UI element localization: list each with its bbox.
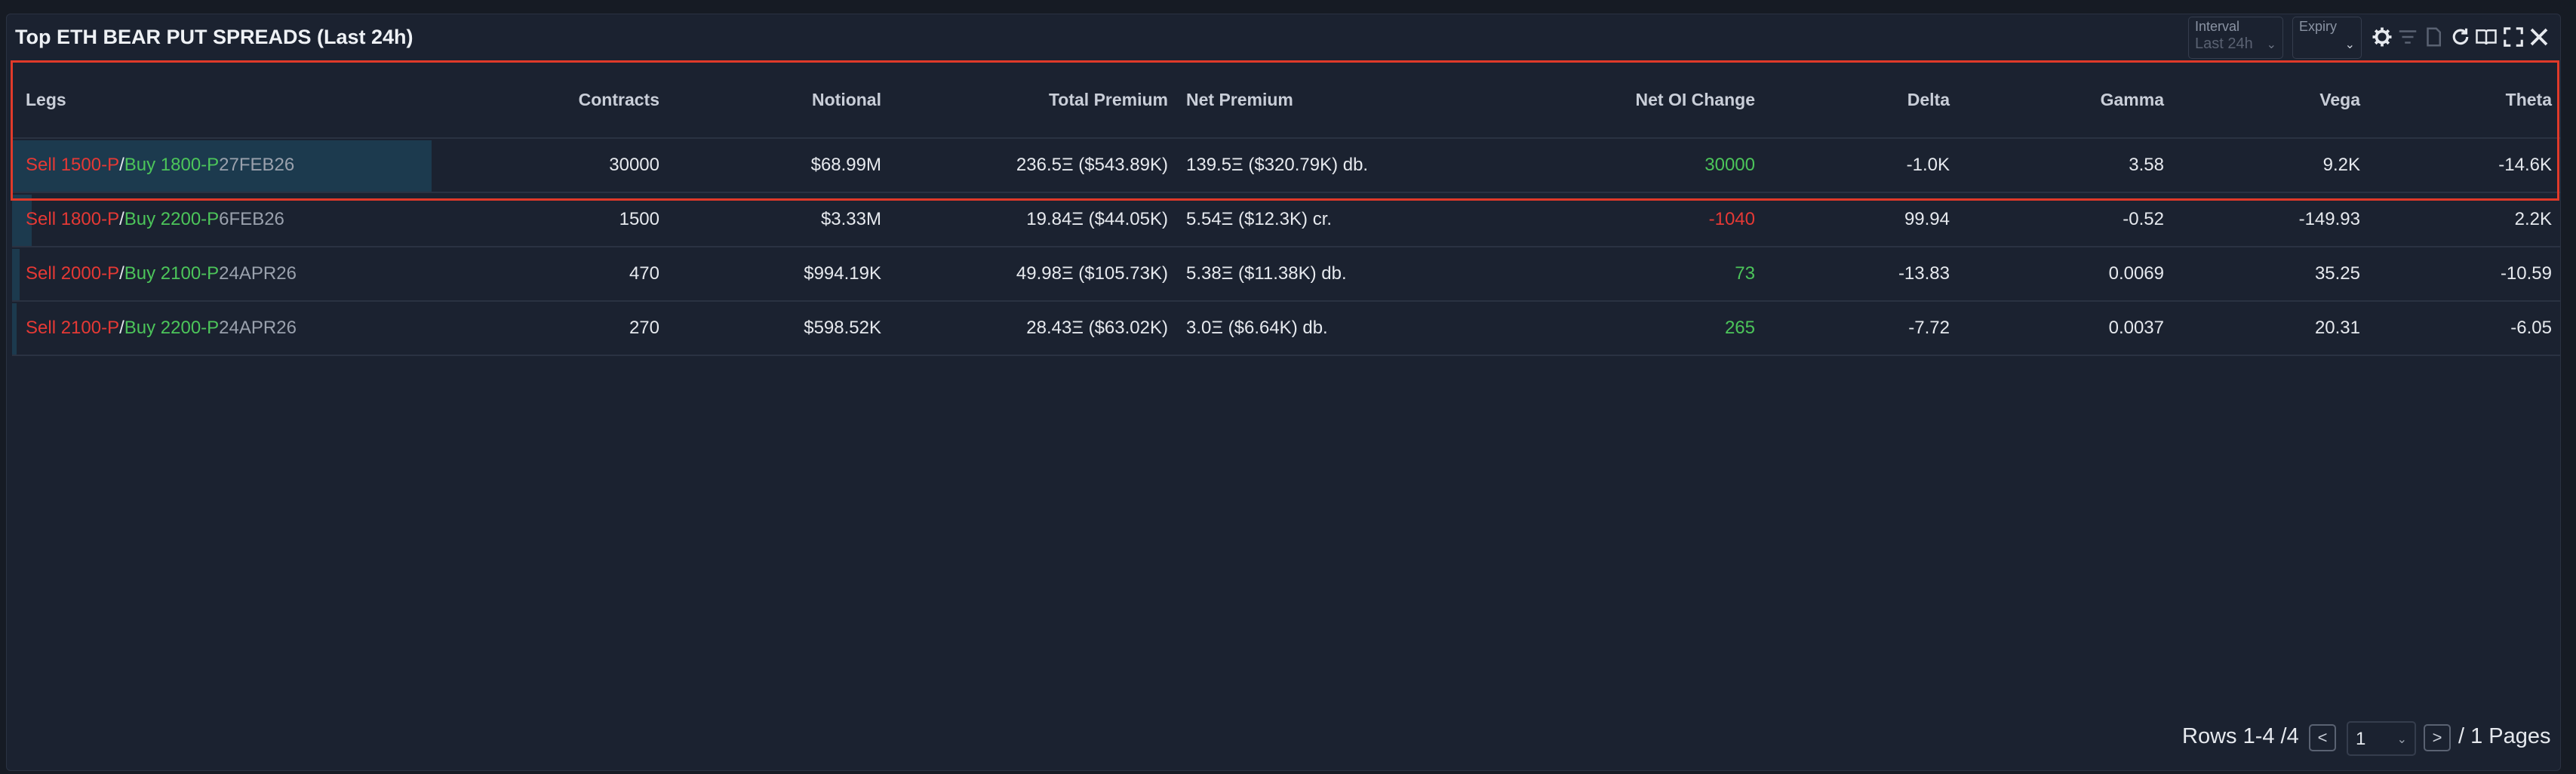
buy-leg: Buy 2200-P [124, 318, 220, 338]
contracts-cell: 270 [629, 318, 659, 338]
gamma-cell: 3.58 [2129, 155, 2164, 175]
interval-value: Last 24h [2195, 35, 2253, 52]
contracts-cell: 1500 [619, 209, 659, 229]
header-vega[interactable]: Vega [2167, 62, 2360, 137]
leg-separator: / [119, 155, 124, 175]
leg-separator: / [119, 318, 124, 338]
leg-separator: / [119, 263, 124, 284]
theta-cell: 2.2K [2514, 209, 2552, 229]
expiry-label: Expiry [2299, 19, 2338, 34]
theta-cell: -10.59 [2500, 263, 2552, 284]
gamma-cell: 0.0037 [2108, 318, 2164, 338]
header-net-premium[interactable]: Net Premium [1186, 62, 1488, 137]
pages-count: / 1 Pages [2458, 723, 2551, 748]
net-premium-cell: 5.38Ξ ($11.38K) db. [1186, 263, 1347, 284]
buy-leg: Buy 2100-P [124, 263, 220, 284]
table-row[interactable]: Sell 1800-P / Buy 2200-P 6FEB26 1500 $3.… [12, 193, 2561, 247]
next-page-button[interactable]: > [2424, 724, 2451, 751]
page-select[interactable]: 1 ⌄ [2347, 721, 2416, 756]
header-contracts[interactable]: Contracts [435, 62, 659, 137]
vega-cell: 35.25 [2314, 263, 2360, 284]
contracts-cell: 30000 [609, 155, 659, 175]
sell-leg: Sell 1800-P [26, 209, 120, 229]
total-premium-cell: 49.98Ξ ($105.73K) [1016, 263, 1168, 284]
notional-cell: $598.52K [804, 318, 881, 338]
buy-leg: Buy 1800-P [124, 155, 220, 175]
delta-cell: -13.83 [1898, 263, 1950, 284]
panel-title: Top ETH BEAR PUT SPREADS (Last 24h) [15, 26, 413, 48]
table-row[interactable]: Sell 1500-P / Buy 1800-P 27FEB26 30000 $… [12, 139, 2561, 193]
vega-cell: 9.2K [2322, 155, 2360, 175]
expand-icon[interactable] [2502, 26, 2525, 48]
gamma-cell: -0.52 [2123, 209, 2164, 229]
table-row[interactable]: Sell 2100-P / Buy 2200-P 24APR26 270 $59… [12, 302, 2561, 356]
expiry-date: 27FEB26 [219, 155, 295, 175]
header-notional[interactable]: Notional [661, 62, 881, 137]
header-delta[interactable]: Delta [1758, 62, 1950, 137]
delta-cell: -1.0K [1906, 155, 1950, 175]
expiry-date: 24APR26 [219, 318, 297, 338]
document-icon[interactable] [2422, 26, 2445, 48]
notional-cell: $68.99M [810, 155, 881, 175]
interval-select[interactable]: Interval Last 24h ⌄ [2188, 17, 2283, 59]
page-select-value: 1 [2356, 729, 2366, 749]
header-gamma[interactable]: Gamma [1953, 62, 2164, 137]
header-total-premium[interactable]: Total Premium [883, 62, 1168, 137]
net-oi-change-cell: 265 [1724, 318, 1755, 338]
legs-cell: Sell 1800-P / Buy 2200-P 6FEB26 [26, 193, 433, 246]
interval-label: Interval [2195, 19, 2240, 34]
total-premium-cell: 236.5Ξ ($543.89K) [1016, 155, 1168, 175]
table-header: Legs Contracts Notional Total Premium Ne… [12, 62, 2561, 139]
buy-leg: Buy 2200-P [124, 209, 220, 229]
gamma-cell: 0.0069 [2108, 263, 2164, 284]
header-theta[interactable]: Theta [2363, 62, 2552, 137]
sell-leg: Sell 2000-P [26, 263, 120, 284]
expiry-select[interactable]: Expiry ⌄ [2292, 17, 2362, 59]
sell-leg: Sell 1500-P [26, 155, 120, 175]
net-premium-cell: 3.0Ξ ($6.64K) db. [1186, 318, 1328, 338]
expiry-date: 6FEB26 [219, 209, 284, 229]
sell-leg: Sell 2100-P [26, 318, 120, 338]
legs-cell: Sell 2000-P / Buy 2100-P 24APR26 [26, 247, 433, 300]
theta-cell: -14.6K [2498, 155, 2552, 175]
vega-cell: 20.31 [2314, 318, 2360, 338]
header-net-oi-change[interactable]: Net OI Change [1491, 62, 1755, 137]
header-legs[interactable]: Legs [26, 62, 433, 137]
leg-separator: / [119, 209, 124, 229]
vega-cell: -149.93 [2298, 209, 2360, 229]
net-oi-change-cell: 30000 [1705, 155, 1755, 175]
close-icon[interactable] [2528, 26, 2550, 48]
notional-cell: $3.33M [820, 209, 881, 229]
delta-cell: 99.94 [1904, 209, 1950, 229]
prev-page-button[interactable]: < [2309, 724, 2336, 751]
chevron-down-icon: ⌄ [2344, 38, 2355, 51]
total-premium-cell: 28.43Ξ ($63.02K) [1026, 318, 1168, 338]
delta-cell: -7.72 [1908, 318, 1950, 338]
notional-cell: $994.19K [804, 263, 881, 284]
expiry-date: 24APR26 [219, 263, 297, 284]
total-premium-cell: 19.84Ξ ($44.05K) [1026, 209, 1168, 229]
table-row[interactable]: Sell 2000-P / Buy 2100-P 24APR26 470 $99… [12, 247, 2561, 302]
filter-icon[interactable] [2396, 26, 2419, 48]
net-premium-cell: 5.54Ξ ($12.3K) cr. [1186, 209, 1333, 229]
net-premium-cell: 139.5Ξ ($320.79K) db. [1186, 155, 1369, 175]
contracts-cell: 470 [629, 263, 659, 284]
settings-icon[interactable] [2371, 26, 2393, 48]
legs-cell: Sell 2100-P / Buy 2200-P 24APR26 [26, 302, 433, 355]
notional-bar [12, 249, 20, 300]
legs-cell: Sell 1500-P / Buy 1800-P 27FEB26 [26, 139, 433, 192]
theta-cell: -6.05 [2510, 318, 2552, 338]
rows-count: Rows 1-4 /4 [2182, 723, 2299, 748]
net-oi-change-cell: -1040 [1708, 209, 1755, 229]
book-icon[interactable] [2475, 26, 2498, 48]
chevron-down-icon: ⌄ [2396, 733, 2407, 746]
refresh-icon[interactable] [2449, 26, 2472, 48]
notional-bar [12, 303, 17, 355]
net-oi-change-cell: 73 [1735, 263, 1755, 284]
chevron-down-icon: ⌄ [2266, 38, 2276, 51]
